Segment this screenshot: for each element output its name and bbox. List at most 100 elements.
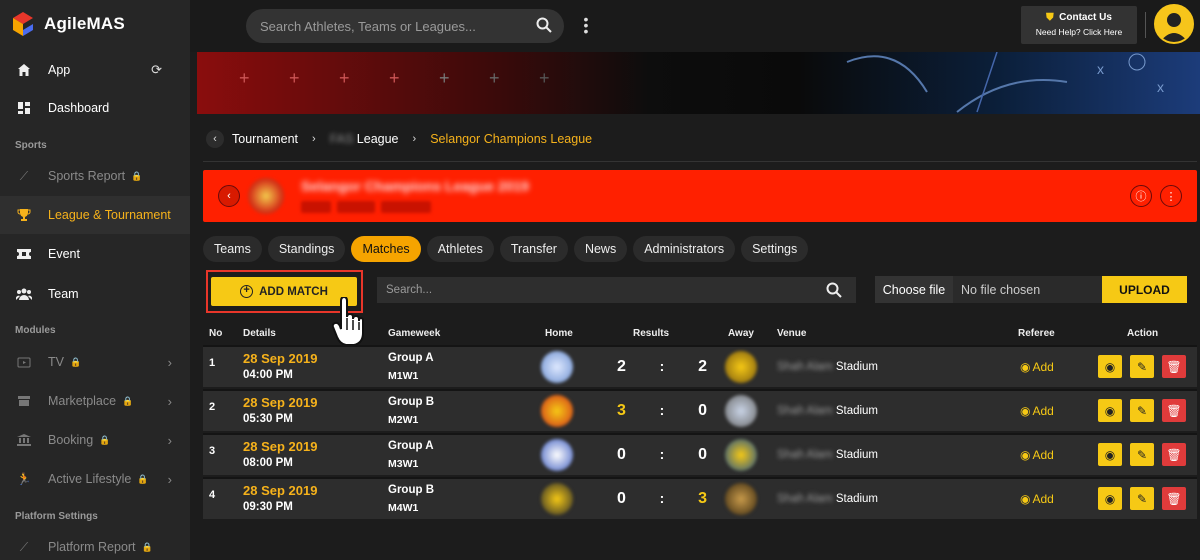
eye-icon: ◉ (1104, 403, 1116, 418)
blurred-text: FAS (329, 132, 354, 146)
global-search-input[interactable]: Search Athletes, Teams or Leagues... (246, 9, 564, 43)
add-referee-link[interactable]: ◉ Add (1020, 492, 1054, 506)
add-referee-link[interactable]: ◉ Add (1020, 448, 1054, 462)
decor-plus-icon: + (389, 68, 400, 88)
tab-transfer[interactable]: Transfer (499, 236, 568, 262)
back-button[interactable]: ‹ (218, 185, 240, 207)
plus-circle-icon: + (240, 285, 254, 298)
tab-administrators[interactable]: Administrators (633, 236, 736, 262)
sidebar-item-label: Marketplace (48, 394, 117, 408)
dashboard-icon (16, 100, 32, 116)
view-button[interactable]: ◉ (1098, 399, 1122, 422)
search-icon[interactable] (826, 282, 842, 298)
upload-button[interactable]: UPLOAD (1102, 276, 1187, 303)
lock-icon: 🔒 (131, 170, 143, 181)
tab-settings[interactable]: Settings (741, 236, 809, 262)
add-referee-link[interactable]: ◉ Add (1020, 360, 1054, 374)
chevron-right-icon: › (312, 133, 316, 145)
edit-button[interactable]: ✎ (1130, 443, 1154, 466)
tab-news[interactable]: News (573, 236, 628, 262)
tab-standings[interactable]: Standings (267, 236, 346, 262)
chevron-left-icon[interactable]: ‹ (206, 130, 224, 148)
tv-icon (16, 354, 32, 370)
score-separator: : (659, 402, 665, 418)
info-button[interactable]: ⓘ (1130, 185, 1152, 207)
sidebar-item-app[interactable]: App ⟳ (0, 51, 190, 89)
decor-plus-icon: + (489, 68, 500, 88)
choose-file-button[interactable]: Choose file (875, 276, 953, 303)
more-options-icon[interactable]: • • • (583, 12, 589, 38)
match-score: 0: 3 (617, 490, 707, 508)
delete-button[interactable]: 🗑 (1162, 443, 1186, 466)
venue-label: Stadium (835, 449, 879, 461)
add-referee-label: Add (1032, 404, 1054, 418)
breadcrumb-item-league[interactable]: FAS League (330, 132, 399, 146)
trash-icon: 🗑 (1166, 359, 1182, 374)
edit-button[interactable]: ✎ (1130, 487, 1154, 510)
divider (1145, 12, 1146, 38)
view-button[interactable]: ◉ (1098, 487, 1122, 510)
logo[interactable]: AgileMAS (0, 0, 190, 48)
trash-icon: 🗑 (1166, 491, 1182, 506)
file-upload: Choose file No file chosen UPLOAD (875, 276, 1187, 303)
sidebar-item-active-lifestyle[interactable]: 🏃 Active Lifestyle 🔒 › (0, 460, 190, 498)
more-options-button[interactable]: ⋮ (1160, 185, 1182, 207)
tab-matches[interactable]: Matches (351, 236, 421, 262)
sidebar-item-league-tournament[interactable]: League & Tournament (0, 196, 190, 234)
delete-button[interactable]: 🗑 (1162, 355, 1186, 378)
lock-icon: 🔒 (122, 395, 134, 406)
match-venue: Shah Alam Stadium (777, 361, 878, 373)
row-no: 3 (209, 445, 216, 457)
search-icon[interactable] (536, 17, 552, 33)
chevron-right-icon: › (167, 471, 172, 487)
venue-label: Stadium (835, 405, 879, 417)
eye-icon: ◉ (1104, 447, 1116, 462)
whistle-icon: ◉ (1020, 360, 1031, 374)
breadcrumb-item-tournament[interactable]: Tournament (232, 132, 298, 146)
col-no: No (209, 328, 223, 339)
contact-us-button[interactable]: ⛊ Contact Us Need Help? Click Here (1021, 6, 1137, 44)
whistle-icon: ◉ (1020, 492, 1031, 506)
edit-button[interactable]: ✎ (1130, 355, 1154, 378)
add-referee-label: Add (1032, 360, 1054, 374)
sidebar-item-dashboard[interactable]: Dashboard (0, 89, 190, 127)
svg-text:x: x (1157, 79, 1164, 95)
chevron-right-icon: › (167, 393, 172, 409)
table-row: 1 28 Sep 2019 04:00 PM Group A M1W1 2:2 … (203, 345, 1197, 387)
edit-button[interactable]: ✎ (1130, 399, 1154, 422)
sidebar-item-sports-report[interactable]: ⟋ Sports Report 🔒 (0, 157, 190, 195)
match-date: 28 Sep 2019 (243, 351, 318, 366)
user-avatar-icon (1156, 6, 1192, 42)
add-match-label: ADD MATCH (259, 285, 328, 298)
match-date: 28 Sep 2019 (243, 439, 318, 454)
sidebar-item-platform-report[interactable]: ⟋ Platform Report 🔒 (0, 528, 190, 560)
tab-teams[interactable]: Teams (203, 236, 262, 262)
eye-icon: ◉ (1104, 359, 1116, 374)
away-team-logo (725, 439, 757, 471)
match-venue: Shah Alam Stadium (777, 405, 878, 417)
avatar[interactable] (1154, 4, 1194, 44)
lock-icon: 🔒 (137, 473, 149, 484)
chevron-right-icon: › (167, 354, 172, 370)
home-icon (16, 62, 32, 78)
more-vertical-icon: ⋮ (1165, 190, 1177, 203)
refresh-icon[interactable]: ⟳ (151, 62, 162, 78)
eye-icon: ◉ (1104, 491, 1116, 506)
sidebar-item-marketplace[interactable]: Marketplace 🔒 › (0, 382, 190, 420)
tab-athletes[interactable]: Athletes (426, 236, 494, 262)
sidebar-item-tv[interactable]: TV 🔒 › (0, 343, 190, 381)
delete-button[interactable]: 🗑 (1162, 399, 1186, 422)
add-referee-link[interactable]: ◉ Add (1020, 404, 1054, 418)
sidebar-item-event[interactable]: Event (0, 235, 190, 273)
view-button[interactable]: ◉ (1098, 443, 1122, 466)
match-group: Group B (388, 396, 434, 408)
table-row: 4 28 Sep 2019 09:30 PM Group B M4W1 0:3 … (203, 477, 1197, 519)
view-button[interactable]: ◉ (1098, 355, 1122, 378)
sidebar-item-booking[interactable]: Booking 🔒 › (0, 421, 190, 459)
col-venue: Venue (777, 328, 807, 339)
delete-button[interactable]: 🗑 (1162, 487, 1186, 510)
sidebar-item-label: TV (48, 355, 64, 369)
section-sports: Sports (15, 140, 47, 151)
sidebar-item-team[interactable]: Team (0, 275, 190, 313)
match-search-input[interactable]: Search... (377, 277, 856, 303)
